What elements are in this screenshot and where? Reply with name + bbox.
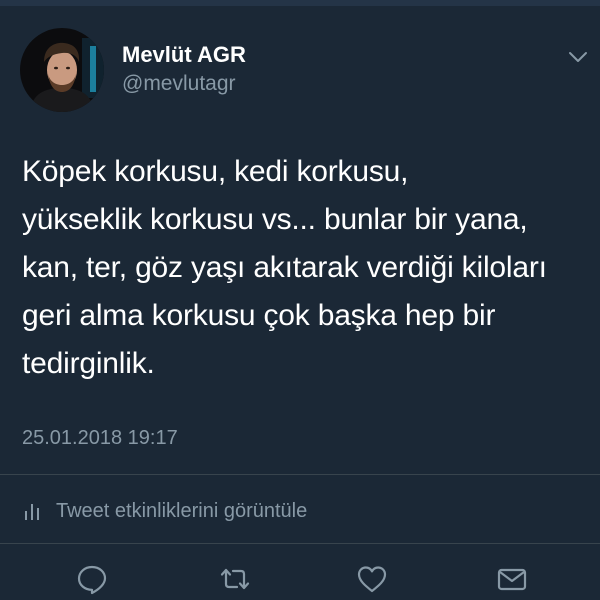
envelope-icon — [497, 568, 527, 591]
top-border — [0, 0, 600, 6]
chevron-down-icon[interactable] — [565, 48, 591, 66]
author-handle[interactable]: @mevlutagr — [122, 72, 236, 96]
tweet-card: Mevlüt AGR @mevlutagr Köpek korkusu, ked… — [0, 0, 600, 600]
tweet-text-line: yükseklik korkusu vs... bunlar bir yana, — [22, 203, 528, 236]
bar-chart-icon — [25, 504, 39, 520]
tweet-activity-link[interactable]: Tweet etkinliklerini görüntüle — [22, 497, 307, 525]
divider — [0, 543, 600, 544]
avatar-photo — [20, 28, 104, 112]
tweet-activity-label: Tweet etkinliklerini görüntüle — [56, 499, 308, 522]
author-name[interactable]: Mevlüt AGR — [122, 42, 246, 68]
reply-button[interactable] — [75, 562, 109, 596]
retweet-icon — [220, 568, 250, 590]
retweet-button[interactable] — [218, 562, 252, 596]
tweet-text-line: kan, ter, göz yaşı akıtarak verdiği kilo… — [22, 251, 547, 284]
tweet-text-line: geri alma korkusu çok başka hep bir — [22, 299, 496, 332]
tweet-text-line: tedirginlik. — [22, 347, 155, 380]
tweet-text-line: Köpek korkusu, kedi korkusu, — [22, 155, 409, 188]
like-button[interactable] — [355, 562, 389, 596]
tweet-text: Köpek korkusu, kedi korkusu, yükseklik k… — [22, 148, 592, 388]
heart-icon — [357, 566, 387, 593]
tweet-timestamp[interactable]: 25.01.2018 19:17 — [22, 427, 178, 450]
divider — [0, 474, 600, 475]
avatar[interactable] — [20, 28, 104, 112]
reply-icon — [77, 565, 107, 595]
message-button[interactable] — [495, 562, 529, 596]
